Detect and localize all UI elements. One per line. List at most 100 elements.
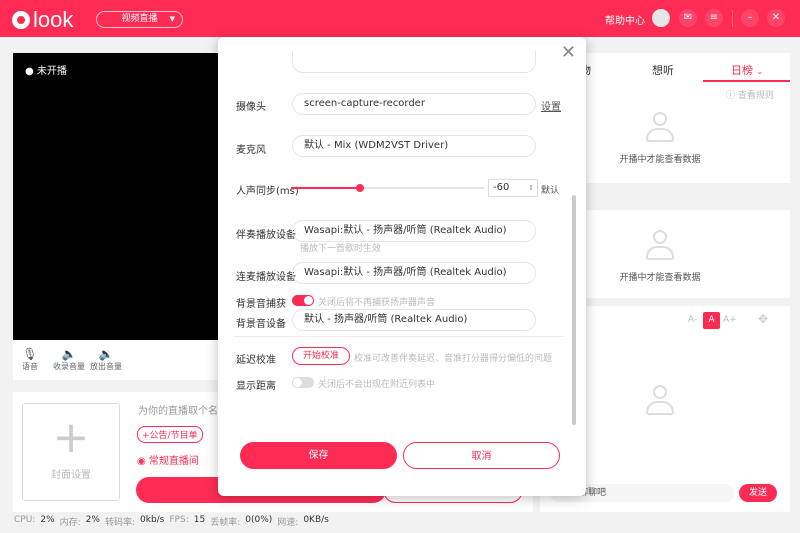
title-input[interactable]: 为你的直播取个名	[138, 402, 218, 417]
voice-button[interactable]: 🎙 语音	[22, 347, 38, 372]
save-button[interactable]: 保存	[240, 442, 397, 469]
fps-label: FPS:	[169, 515, 189, 525]
netspeed-label: 网速:	[277, 518, 299, 528]
link-select[interactable]: Wasapi:默认 - 扬声器/听筒 (Realtek Audio)	[292, 262, 536, 284]
divider	[234, 336, 564, 337]
cover-upload[interactable]: + 封面设置	[22, 403, 120, 501]
calib-label: 延迟校准	[236, 355, 276, 366]
mic-select[interactable]: 默认 - Mix (WDM2VST Driver)	[292, 135, 536, 157]
dropframe-label: 丢帧率:	[210, 518, 241, 528]
user-icon	[645, 230, 675, 266]
netspeed-value: 0KB/s	[303, 515, 329, 525]
cancel-button[interactable]: 取消	[403, 442, 560, 469]
memory-label: 内存:	[59, 518, 81, 528]
font-smaller-button[interactable]: A-	[688, 315, 697, 325]
notice-button[interactable]: +公告/节目单	[137, 426, 203, 443]
caret-down-icon: ▼	[169, 15, 175, 23]
sync-slider-fill	[291, 187, 361, 189]
plus-icon: +	[52, 412, 90, 463]
cover-label: 封面设置	[51, 470, 91, 481]
view-rules-link[interactable]: ⓘ 查看规则	[726, 88, 774, 101]
menu-icon[interactable]: ≡	[705, 9, 723, 27]
chat-empty-icon	[645, 385, 675, 425]
user-icon	[645, 112, 675, 148]
room-type-label: 常规直播间	[148, 456, 199, 467]
link-label: 连麦播放设备	[236, 272, 296, 283]
send-button[interactable]: 发送	[739, 484, 777, 502]
stepper-arrows-icon[interactable]: ⇕	[528, 180, 534, 196]
mode-label: 视频直播	[121, 14, 158, 24]
cpu-label: CPU:	[14, 515, 36, 525]
distance-hint: 关闭后不会出现在附近列表中	[318, 380, 436, 390]
empty-text: 开播中才能查看数据	[619, 155, 701, 165]
camera-settings-link[interactable]: 设置	[541, 98, 561, 113]
status-bar: CPU: 2% 内存: 2% 转码率: 0kb/s FPS: 15 丢帧率: 0(0%) …	[14, 515, 329, 528]
previous-input[interactable]	[292, 51, 536, 73]
output-volume-button[interactable]: 🔉 放出音量	[90, 347, 122, 372]
record-volume-icon: 🔈	[61, 347, 77, 361]
tab-want-listen[interactable]: 想听	[652, 62, 674, 78]
logo-text: look	[33, 7, 74, 32]
fps-value: 15	[193, 515, 206, 525]
sync-slider-handle[interactable]	[356, 184, 365, 192]
accomp-hint: 播放下一首歌时生效	[300, 244, 382, 254]
empty-text: 开播中才能查看数据	[619, 273, 701, 283]
camera-label: 摄像头	[236, 102, 266, 113]
memory-value: 2%	[85, 515, 100, 525]
chevron-down-icon: ⌄	[756, 67, 764, 76]
dropframe-value: 0(0%)	[245, 515, 273, 525]
live-status-text: 未开播	[36, 66, 67, 77]
view-rules-text: 查看规则	[737, 91, 774, 101]
live-status: ● 未开播	[25, 66, 67, 77]
distance-toggle[interactable]	[292, 377, 314, 388]
avatar[interactable]	[652, 9, 670, 27]
accomp-label: 伴奏播放设备	[236, 230, 296, 241]
start-calibration-button[interactable]: 开始校准	[292, 347, 350, 365]
sync-slider[interactable]	[291, 184, 484, 192]
sync-default-button[interactable]: 默认	[541, 183, 559, 196]
calib-hint: 校准可改善伴奏延迟、音准打分器得分偏低的问题	[354, 354, 553, 364]
close-icon[interactable]: ✕	[561, 42, 576, 63]
speaker-volume-icon: 🔉	[98, 347, 114, 361]
tab-daily-rank[interactable]: 日榜 ⌄	[731, 62, 763, 78]
logo-icon	[12, 11, 30, 29]
font-larger-button[interactable]: A+	[723, 315, 737, 325]
tab-daily-rank-label: 日榜	[731, 64, 753, 77]
microphone-icon: 🎙	[22, 347, 38, 361]
bitrate-label: 转码率:	[104, 518, 135, 528]
empty-state: 开播中才能查看数据	[590, 230, 730, 283]
room-type-radio[interactable]: ◉ 常规直播间	[137, 452, 199, 467]
record-volume-label: 收录音量	[53, 362, 85, 371]
scrollbar[interactable]	[572, 195, 576, 425]
sync-label: 人声同步(ms)	[236, 186, 299, 197]
mode-dropdown[interactable]: 视频直播 ▼	[96, 11, 183, 28]
active-tab-indicator	[703, 80, 790, 82]
minimize-icon[interactable]: –	[741, 9, 759, 27]
mic-label: 麦克风	[236, 145, 266, 156]
bg-capture-label: 背景音捕获	[236, 299, 286, 310]
voice-label: 语音	[22, 362, 38, 371]
bitrate-value: 0kb/s	[140, 515, 165, 525]
output-volume-label: 放出音量	[90, 362, 122, 371]
bg-device-select[interactable]: 默认 - 扬声器/听筒 (Realtek Audio)	[292, 309, 536, 331]
close-icon[interactable]: ✕	[767, 9, 785, 27]
help-center-link[interactable]: 帮助中心	[605, 12, 645, 27]
empty-state: 开播中才能查看数据	[590, 112, 730, 165]
device-settings-dialog: ✕ 摄像头 screen-capture-recorder 设置 麦克风 默认 …	[218, 37, 586, 496]
font-normal-button[interactable]: A	[703, 312, 720, 329]
divider	[732, 10, 733, 27]
cpu-value: 2%	[40, 515, 55, 525]
bg-capture-toggle[interactable]	[292, 295, 314, 306]
accomp-select[interactable]: Wasapi:默认 - 扬声器/听筒 (Realtek Audio)	[292, 220, 536, 242]
distance-label: 显示距离	[236, 381, 276, 392]
sync-stepper[interactable]: -60 ⇕	[488, 179, 538, 197]
logo: look	[12, 7, 73, 33]
mail-icon[interactable]: ✉	[679, 9, 697, 27]
move-icon[interactable]: ✥	[758, 312, 768, 326]
record-volume-button[interactable]: 🔈 收录音量	[53, 347, 85, 372]
sync-value: -60	[493, 182, 510, 193]
user-icon	[645, 385, 675, 421]
bg-capture-hint: 关闭后将不再捕获扬声器声音	[318, 298, 436, 308]
camera-select[interactable]: screen-capture-recorder	[292, 93, 536, 115]
bg-device-label: 背景音设备	[236, 319, 286, 330]
